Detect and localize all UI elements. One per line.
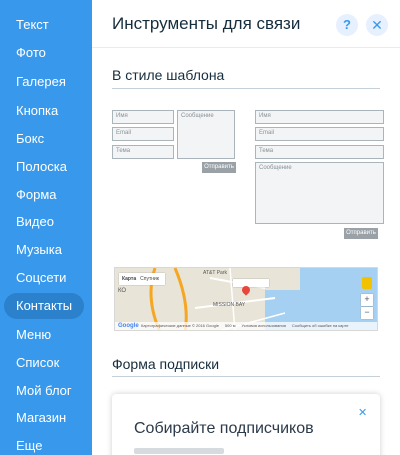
add-panel-sidebar: Текст Фото Галерея Кнопка Бокс Полоска Ф… bbox=[0, 0, 92, 455]
map-info-window bbox=[233, 279, 269, 287]
form2-email-field: Email bbox=[255, 127, 384, 141]
form1-send-button: Отправить bbox=[202, 162, 236, 173]
street-view-pegman-icon[interactable] bbox=[362, 277, 372, 289]
sidebar-item-button[interactable]: Кнопка bbox=[4, 98, 84, 124]
form1-name-field: Имя bbox=[112, 110, 174, 124]
google-map-preset[interactable]: Карта Спутник AT&T Park MISSION BAY КО +… bbox=[114, 267, 378, 331]
sidebar-item-menu[interactable]: Меню bbox=[4, 322, 84, 348]
sidebar-item-music[interactable]: Музыка bbox=[4, 237, 84, 263]
form2-subject-field: Тема bbox=[255, 145, 384, 159]
sidebar-item-form[interactable]: Форма bbox=[4, 182, 84, 208]
zoom-in-button[interactable]: + bbox=[361, 294, 373, 306]
sidebar-item-social[interactable]: Соцсети bbox=[4, 265, 84, 291]
subscribe-form-preset[interactable]: ✕ Собирайте подписчиков bbox=[112, 394, 380, 455]
form2-send-button: Отправить bbox=[344, 228, 378, 239]
map-footer-terms[interactable]: Условия использования bbox=[241, 322, 285, 330]
sidebar-item-text[interactable]: Текст bbox=[4, 12, 84, 38]
google-logo: Google bbox=[118, 323, 139, 329]
sidebar-item-contacts[interactable]: Контакты bbox=[4, 293, 84, 319]
form1-email-field: Email bbox=[112, 127, 174, 141]
sidebar-item-more[interactable]: Еще bbox=[4, 433, 84, 455]
panel-title: Инструменты для связи bbox=[112, 14, 301, 33]
form1-subject-field: Тема bbox=[112, 145, 174, 159]
close-button[interactable]: ✕ bbox=[366, 14, 388, 36]
map-footer-scale: 500 м bbox=[224, 323, 236, 328]
map-label-att-park: AT&T Park bbox=[203, 270, 227, 276]
sidebar-item-box[interactable]: Бокс bbox=[4, 126, 84, 152]
map-tab-satellite[interactable]: Спутник bbox=[140, 276, 159, 282]
panel-header: Инструменты для связи ? ✕ bbox=[92, 0, 400, 48]
sidebar-item-strip[interactable]: Полоска bbox=[4, 154, 84, 180]
section-title-template: В стиле шаблона bbox=[112, 67, 225, 83]
sidebar-item-store[interactable]: Магазин bbox=[4, 405, 84, 431]
sidebar-item-photo[interactable]: Фото bbox=[4, 40, 84, 66]
form2-message-field: Сообщение bbox=[255, 162, 384, 224]
card-subtitle-placeholder bbox=[134, 448, 224, 454]
section-divider bbox=[112, 88, 380, 89]
contact-tools-panel: Инструменты для связи ? ✕ В стиле шаблон… bbox=[92, 0, 400, 455]
map-footer-data: Картографические данные © 2016 Google bbox=[141, 323, 219, 328]
section-divider bbox=[112, 376, 380, 377]
sidebar-item-blog[interactable]: Мой блог bbox=[4, 378, 84, 404]
form2-name-field: Имя bbox=[255, 110, 384, 124]
sidebar-item-list[interactable]: Список bbox=[4, 350, 84, 376]
sidebar-item-video[interactable]: Видео bbox=[4, 209, 84, 235]
zoom-out-button[interactable]: − bbox=[361, 307, 373, 319]
map-label-ko: КО bbox=[118, 288, 127, 294]
map-type-tabs[interactable]: Карта Спутник bbox=[119, 273, 165, 285]
sidebar-item-gallery[interactable]: Галерея bbox=[4, 69, 84, 95]
map-label-mission-bay: MISSION BAY bbox=[213, 302, 246, 308]
map-footer-report[interactable]: Сообщить об ошибке на карте bbox=[292, 322, 349, 330]
section-title-subscribe: Форма подписки bbox=[112, 356, 220, 372]
form1-message-field: Сообщение bbox=[177, 110, 235, 159]
map-tab-map[interactable]: Карта bbox=[122, 276, 136, 282]
card-title: Собирайте подписчиков bbox=[134, 420, 314, 437]
help-button[interactable]: ? bbox=[336, 14, 358, 36]
map-footer: Картографические данные © 2016 Google 50… bbox=[115, 322, 377, 330]
card-close-icon[interactable]: ✕ bbox=[358, 406, 367, 419]
